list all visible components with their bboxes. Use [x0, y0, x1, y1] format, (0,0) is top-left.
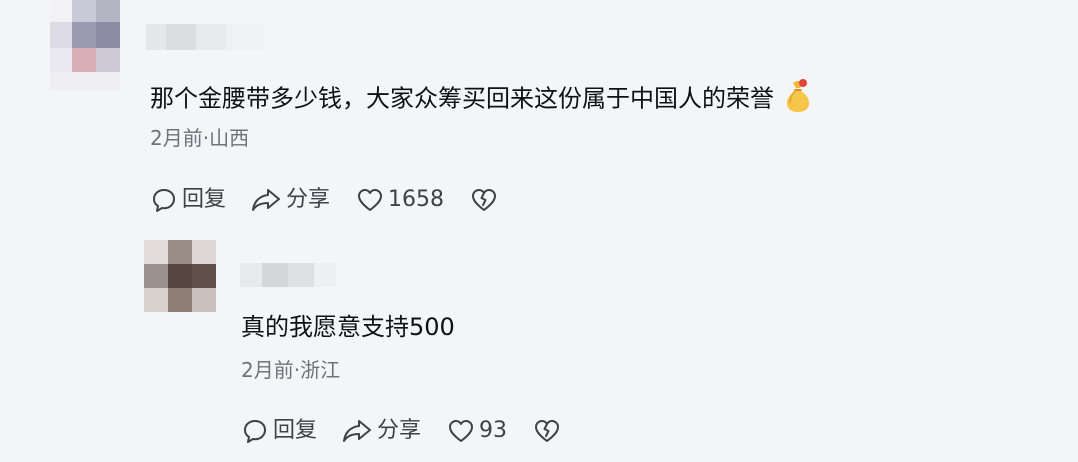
- heart-icon: [447, 417, 475, 445]
- reply-icon: [150, 186, 178, 214]
- comment-2: 真的我愿意支持500 2月前·浙江 回复 分享 93: [0, 230, 1078, 462]
- comment-meta: 2月前·山西: [150, 126, 250, 150]
- avatar[interactable]: [50, 0, 120, 90]
- like-button[interactable]: 93: [447, 417, 507, 445]
- share-button[interactable]: 分享: [341, 417, 421, 445]
- comment-actions: 回复 分享 1658: [150, 185, 498, 215]
- broken-heart-icon: [533, 417, 561, 445]
- money-bag-emoji-icon: [784, 79, 812, 120]
- comment-meta: 2月前·浙江: [241, 358, 341, 382]
- reply-label: 回复: [273, 418, 318, 443]
- share-icon: [250, 186, 282, 214]
- reply-button[interactable]: 回复: [150, 186, 226, 214]
- share-label: 分享: [286, 187, 331, 212]
- comment-actions: 回复 分享 93: [241, 416, 561, 446]
- like-button[interactable]: 1658: [356, 186, 444, 214]
- share-button[interactable]: 分享: [250, 186, 330, 214]
- comment-text: 真的我愿意支持500: [241, 313, 455, 341]
- like-count: 1658: [388, 187, 445, 212]
- share-label: 分享: [377, 418, 422, 443]
- dislike-button[interactable]: [533, 417, 561, 445]
- reply-label: 回复: [182, 187, 227, 212]
- share-icon: [341, 417, 373, 445]
- comment-1: 那个金腰带多少钱，大家众筹买回来这份属于中国人的荣誉 2月前·山西 回复 分享 …: [0, 0, 1078, 230]
- avatar[interactable]: [144, 240, 216, 312]
- dislike-button[interactable]: [470, 186, 498, 214]
- like-count: 93: [479, 418, 508, 443]
- heart-icon: [356, 186, 384, 214]
- comment-text: 那个金腰带多少钱，大家众筹买回来这份属于中国人的荣誉: [150, 79, 812, 120]
- username[interactable]: [146, 24, 264, 50]
- username[interactable]: [240, 263, 336, 287]
- reply-button[interactable]: 回复: [241, 417, 317, 445]
- comment-text-content: 那个金腰带多少钱，大家众筹买回来这份属于中国人的荣誉: [150, 84, 774, 113]
- broken-heart-icon: [470, 186, 498, 214]
- reply-icon: [241, 417, 269, 445]
